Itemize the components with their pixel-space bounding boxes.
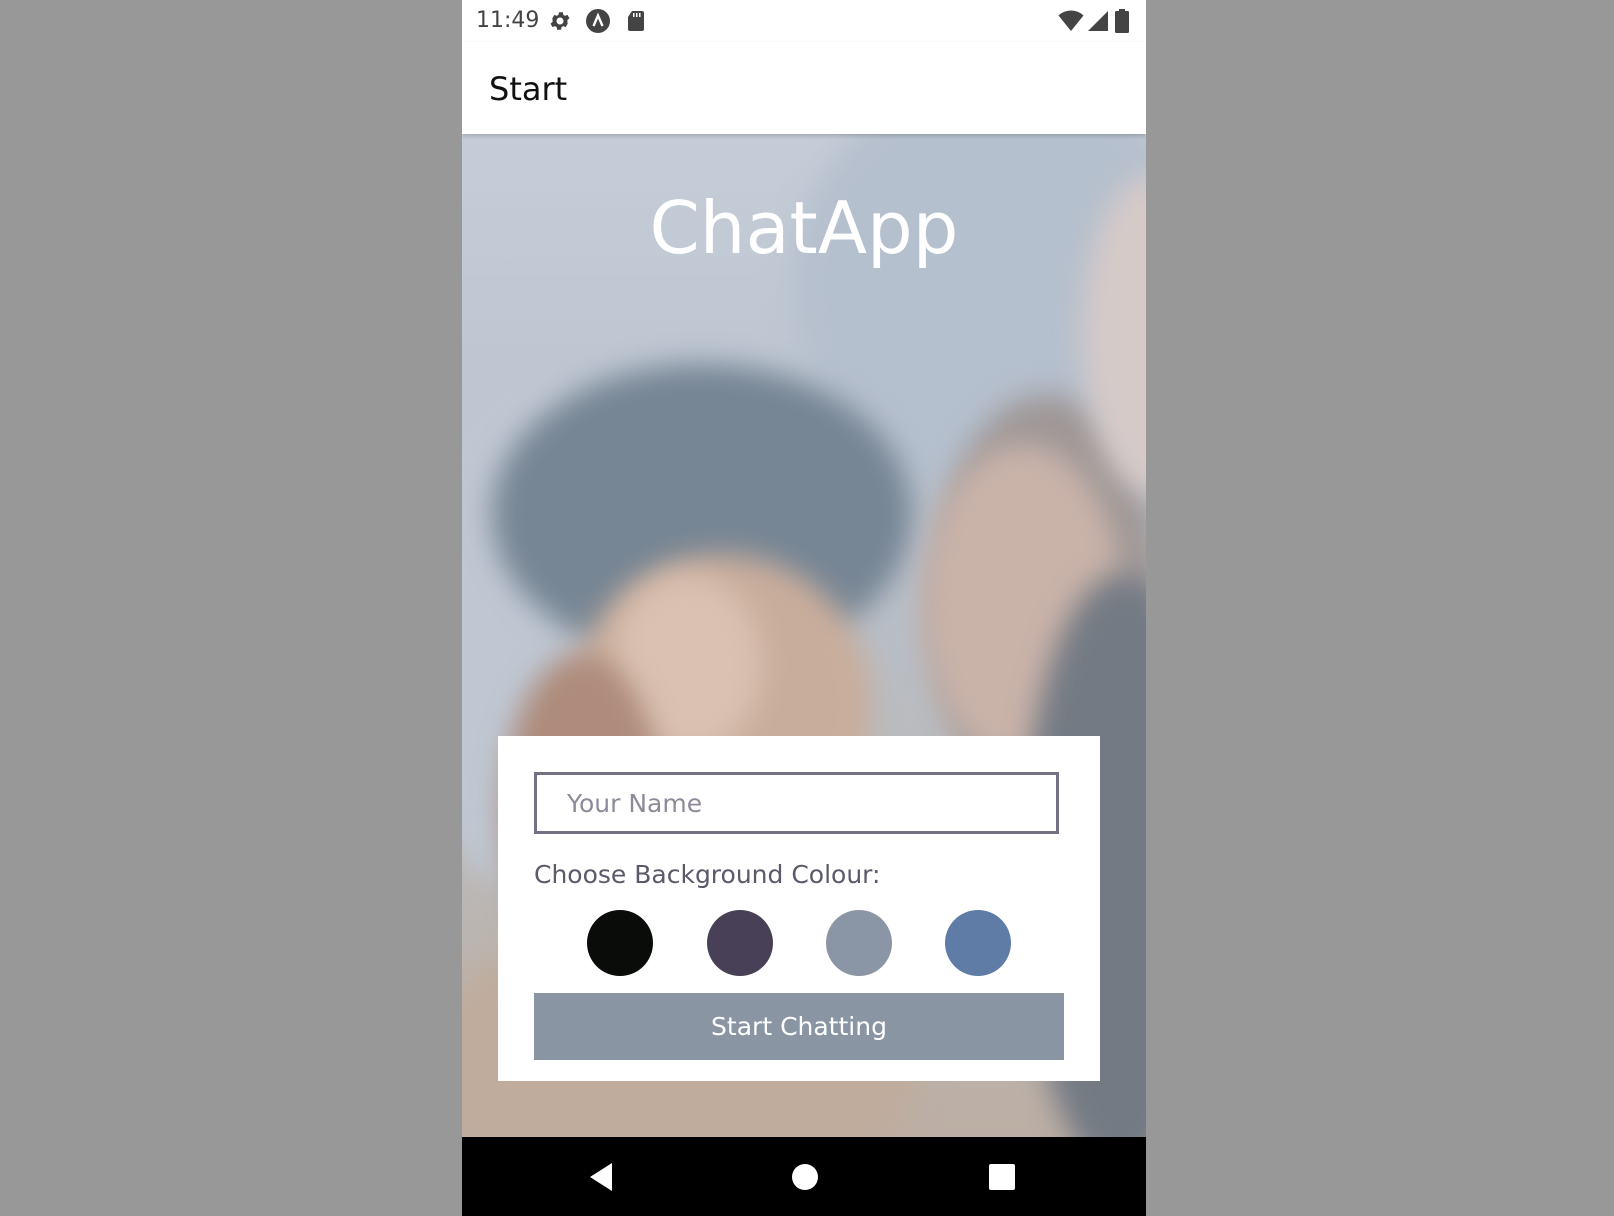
battery-icon	[1114, 9, 1130, 33]
app-bar: Start	[462, 42, 1146, 134]
colour-swatch-black[interactable]	[587, 910, 653, 976]
start-form-card: Choose Background Colour: Start Chatting	[498, 736, 1100, 1081]
sd-card-icon	[624, 9, 648, 33]
a-circle-icon	[586, 9, 610, 33]
wifi-icon	[1058, 9, 1084, 33]
back-icon[interactable]	[584, 1159, 620, 1195]
status-time: 11:49	[476, 8, 540, 33]
choose-colour-label: Choose Background Colour:	[534, 860, 881, 889]
name-input[interactable]	[534, 772, 1059, 834]
gear-icon	[548, 9, 572, 33]
colour-swatch-purple[interactable]	[707, 910, 773, 976]
app-title: ChatApp	[649, 186, 959, 270]
colour-swatch-blue[interactable]	[945, 910, 1011, 976]
recents-icon[interactable]	[984, 1159, 1020, 1195]
start-chatting-button[interactable]: Start Chatting	[534, 993, 1064, 1060]
phone-screen: 11:49 Start ChatApp Your Name Choose Bac…	[462, 0, 1146, 1216]
signal-icon	[1086, 9, 1110, 33]
app-bar-title: Start	[489, 70, 568, 108]
colour-swatch-grey[interactable]	[826, 910, 892, 976]
status-bar: 11:49	[462, 0, 1146, 42]
background-image: ChatApp Choose Background Colour: Start …	[462, 134, 1146, 1137]
home-icon[interactable]	[787, 1159, 823, 1195]
system-nav-bar	[462, 1137, 1146, 1216]
